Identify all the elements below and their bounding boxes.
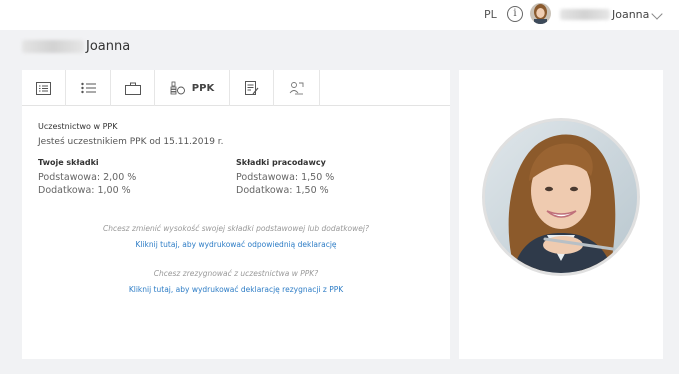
employer-contributions-heading: Składki pracodawcy xyxy=(236,158,326,167)
tab-employment[interactable] xyxy=(111,70,155,106)
blurred-surname xyxy=(560,9,610,20)
tab-people[interactable] xyxy=(274,70,320,106)
own-contributions-heading: Twoje składki xyxy=(38,158,99,167)
own-additional-value: Dodatkowa: 1,00 % xyxy=(38,185,131,196)
ppk-status-text: Jesteś uczestnikiem PPK od 15.11.2019 r. xyxy=(38,137,224,147)
tab-documents[interactable] xyxy=(230,70,274,106)
profile-photo xyxy=(482,118,640,276)
ppk-coins-icon xyxy=(170,81,185,95)
employer-additional-value: Dodatkowa: 1,50 % xyxy=(236,185,329,196)
resign-declaration-link[interactable]: Kliknij tutaj, aby wydrukować deklarację… xyxy=(22,285,450,294)
tab-details[interactable] xyxy=(22,70,66,106)
blurred-title-surname xyxy=(22,40,84,53)
profile-photo-card xyxy=(459,70,663,359)
tab-bar: PPK xyxy=(22,70,450,106)
change-contribution-question: Chcesz zmienić wysokość swojej składki p… xyxy=(103,224,369,233)
tab-ppk-label: PPK xyxy=(191,82,215,94)
ppk-section-title: Uczestnictwo w PPK xyxy=(38,122,118,131)
page-title: Joanna xyxy=(86,39,131,54)
briefcase-icon xyxy=(124,82,141,95)
top-bar: PL i Joanna xyxy=(0,0,679,30)
chevron-down-icon[interactable] xyxy=(651,8,663,20)
own-basic-value: Podstawowa: 2,00 % xyxy=(38,172,137,183)
resign-question: Chcesz zrezygnować z uczestnictwa w PPK? xyxy=(153,269,319,278)
bullet-list-icon xyxy=(80,82,96,94)
avatar[interactable] xyxy=(530,3,551,24)
ppk-card: PPK Uczestnictwo w PPK Jesteś uczestniki… xyxy=(22,70,450,359)
document-edit-icon xyxy=(244,80,258,95)
tab-list[interactable] xyxy=(66,70,111,106)
language-switcher[interactable]: PL xyxy=(484,8,497,21)
tab-ppk[interactable]: PPK xyxy=(155,70,230,106)
people-swap-icon xyxy=(289,81,303,94)
list-detail-icon xyxy=(36,81,51,95)
change-declaration-link[interactable]: Kliknij tutaj, aby wydrukować odpowiedni… xyxy=(22,240,450,249)
info-icon[interactable]: i xyxy=(507,6,523,22)
user-name[interactable]: Joanna xyxy=(612,8,649,21)
employer-basic-value: Podstawowa: 1,50 % xyxy=(236,172,335,183)
